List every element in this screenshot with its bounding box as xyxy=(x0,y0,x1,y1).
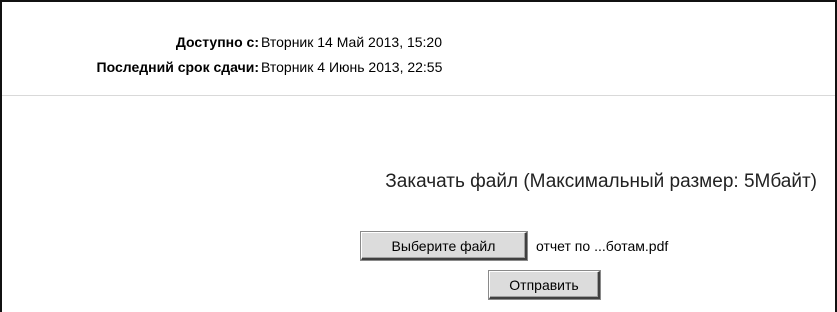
available-from-row: Доступно с: Вторник 14 Май 2013, 15:20 xyxy=(2,31,835,53)
assignment-dates-section: Доступно с: Вторник 14 Май 2013, 15:20 П… xyxy=(2,2,835,96)
available-from-label: Доступно с: xyxy=(175,34,259,50)
assignment-panel: Доступно с: Вторник 14 Май 2013, 15:20 П… xyxy=(0,0,837,312)
upload-heading: Закачать файл (Максимальный размер: 5Мба… xyxy=(385,171,817,192)
due-date-row: Последний срок сдачи: Вторник 4 Июнь 201… xyxy=(2,56,835,78)
choose-file-button[interactable]: Выберите файл xyxy=(361,232,527,260)
due-date-value: Вторник 4 Июнь 2013, 22:55 xyxy=(261,59,443,75)
available-from-value: Вторник 14 Май 2013, 15:20 xyxy=(261,34,443,50)
due-date-label: Последний срок сдачи: xyxy=(96,59,259,75)
selected-file-name: отчет по ...ботам.pdf xyxy=(536,238,669,254)
submit-button[interactable]: Отправить xyxy=(489,271,600,299)
